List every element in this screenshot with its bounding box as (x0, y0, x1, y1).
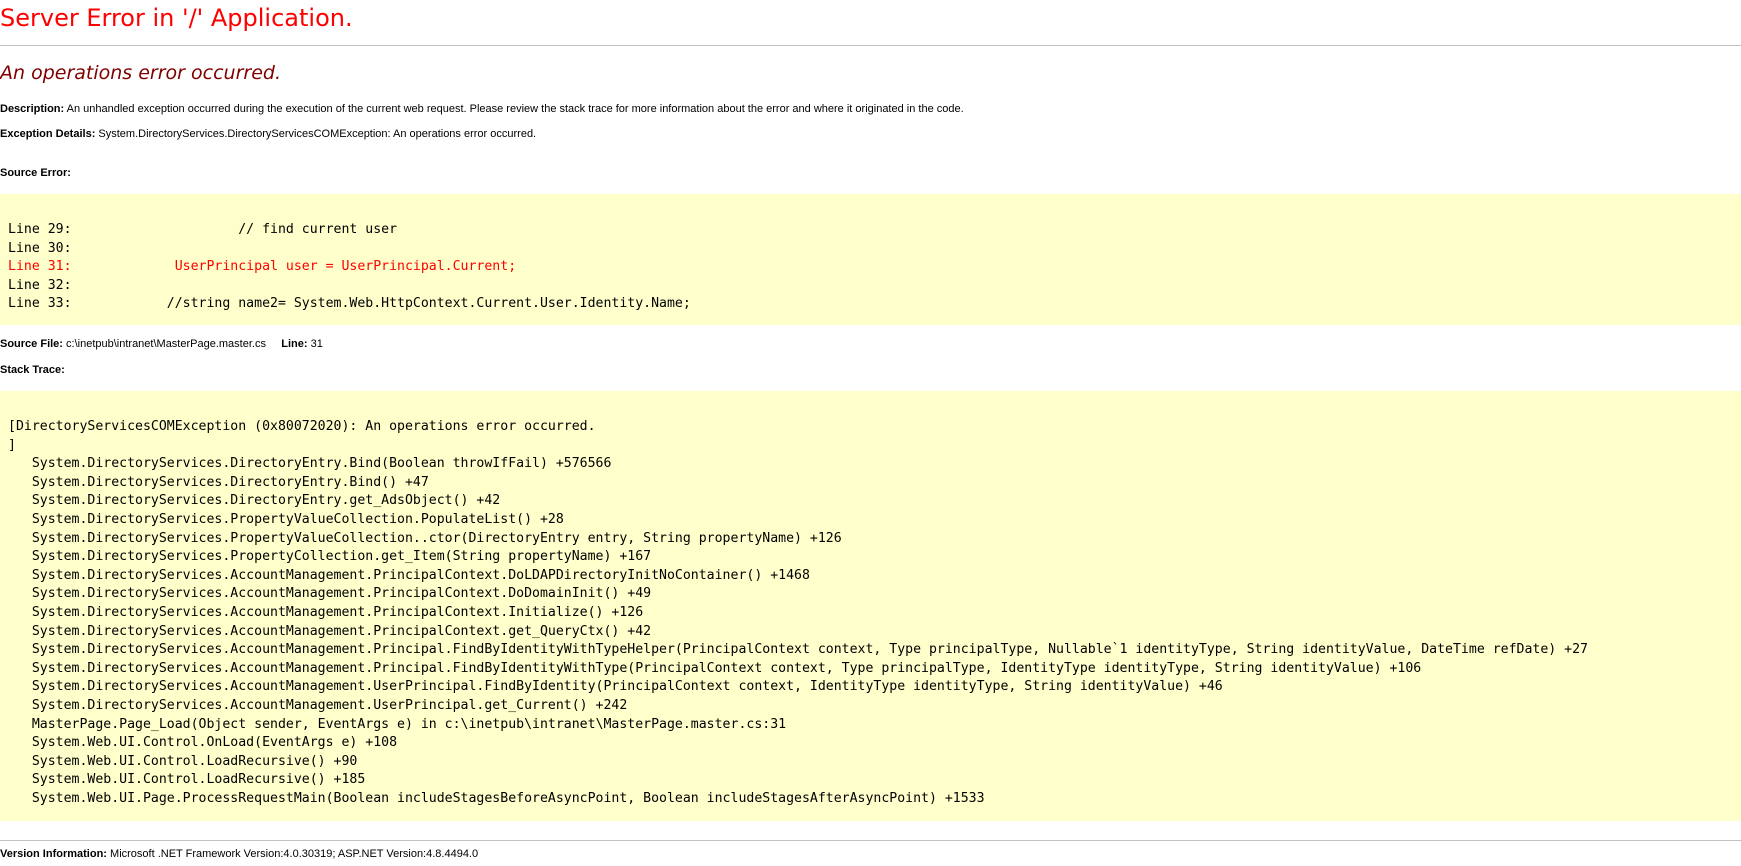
source-error-code[interactable]: Line 29: // find current user Line 30: L… (8, 221, 1741, 314)
stack-line: [DirectoryServicesCOMException (0x800720… (8, 419, 596, 434)
title-divider (0, 45, 1741, 46)
stack-line: System.DirectoryServices.AccountManageme… (8, 697, 628, 713)
stack-line: System.DirectoryServices.PropertyValueCo… (8, 511, 564, 527)
stack-line: System.DirectoryServices.DirectoryEntry.… (8, 474, 429, 490)
stack-line: System.DirectoryServices.AccountManageme… (8, 660, 1422, 676)
source-error-label: Source Error: (0, 167, 71, 179)
version-info-text: Microsoft .NET Framework Version:4.0.303… (106, 848, 479, 860)
version-info-section: Version Information: Microsoft .NET Fram… (0, 848, 478, 860)
stack-line: System.DirectoryServices.AccountManageme… (8, 679, 1223, 695)
description-text: An unhandled exception occurred during t… (64, 103, 964, 115)
stack-line: System.DirectoryServices.AccountManageme… (8, 642, 1588, 658)
stack-trace-code-box: [DirectoryServicesCOMException (0x800720… (0, 391, 1741, 821)
error-message: An operations error occurred. (0, 62, 282, 84)
stack-line: System.Web.UI.Control.OnLoad(EventArgs e… (8, 735, 398, 751)
source-error-section: Source Error: (0, 167, 71, 179)
page-title: Server Error in '/' Application. (0, 4, 353, 32)
source-line-number: 31 (307, 338, 323, 350)
stack-line: System.Web.UI.Control.LoadRecursive() +1… (8, 772, 366, 788)
source-error-code-box: Line 29: // find current user Line 30: L… (0, 194, 1741, 325)
stack-trace-label: Stack Trace: (0, 364, 65, 376)
exception-details-section: Exception Details: System.DirectoryServi… (0, 128, 536, 140)
source-file-label: Source File: (0, 338, 63, 350)
stack-line: System.DirectoryServices.PropertyCollect… (8, 549, 652, 565)
stack-trace-code[interactable]: [DirectoryServicesCOMException (0x800720… (8, 418, 1741, 808)
stack-line: System.DirectoryServices.AccountManageme… (8, 567, 810, 583)
description-section: Description: An unhandled exception occu… (0, 103, 964, 115)
stack-trace-section: Stack Trace: (0, 364, 65, 376)
source-line-label: Line: (281, 338, 308, 350)
source-file-section: Source File: c:\inetpub\intranet\MasterP… (0, 338, 323, 350)
version-info-label: Version Information: (0, 848, 107, 860)
stack-line: System.DirectoryServices.DirectoryEntry.… (8, 493, 501, 509)
stack-line: System.Web.UI.Page.ProcessRequestMain(Bo… (8, 790, 985, 806)
stack-line: System.Web.UI.Control.LoadRecursive() +9… (8, 753, 358, 769)
source-file-path: c:\inetpub\intranet\MasterPage.master.cs (62, 338, 266, 350)
stack-line: System.DirectoryServices.PropertyValueCo… (8, 530, 842, 546)
stack-line: ] (8, 437, 16, 453)
exception-details-text: System.DirectoryServices.DirectoryServic… (95, 128, 537, 140)
stack-line: MasterPage.Page_Load(Object sender, Even… (8, 716, 787, 732)
stack-line: System.DirectoryServices.AccountManageme… (8, 586, 652, 602)
source-line: Line 30: (8, 240, 72, 256)
source-line: Line 29: // find current user (8, 222, 398, 237)
description-label: Description: (0, 103, 65, 115)
source-line: Line 32: (8, 277, 72, 293)
stack-line: System.DirectoryServices.AccountManageme… (8, 604, 644, 620)
stack-line: System.DirectoryServices.DirectoryEntry.… (8, 456, 612, 472)
bottom-divider (0, 840, 1741, 841)
source-line: Line 33: //string name2= System.Web.Http… (8, 296, 691, 312)
source-line-highlighted: Line 31: UserPrincipal user = UserPrinci… (8, 259, 517, 275)
stack-line: System.DirectoryServices.AccountManageme… (8, 623, 652, 639)
exception-details-label: Exception Details: (0, 128, 96, 140)
